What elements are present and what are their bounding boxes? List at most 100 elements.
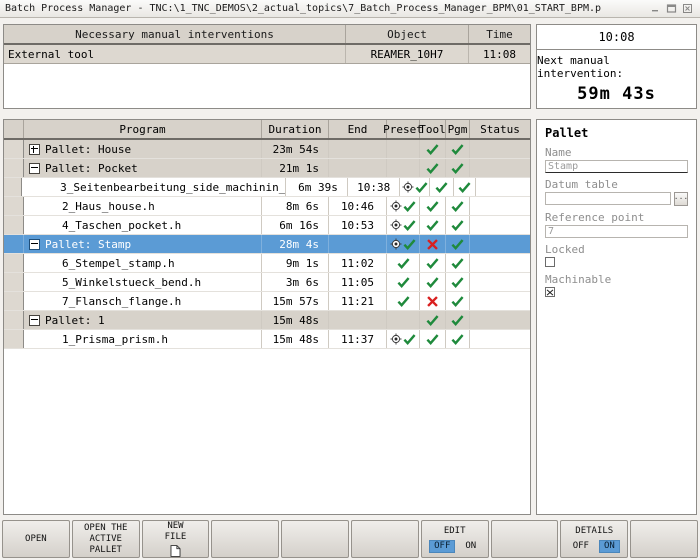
current-time: 10:08 (537, 25, 696, 50)
interventions-header-object: Object (345, 25, 468, 43)
cell-program: Pallet: House (24, 140, 262, 158)
reference-point-field[interactable]: 7 (545, 225, 688, 238)
softkey-label: EDIT (443, 525, 466, 536)
check-icon (403, 200, 416, 212)
header-end[interactable]: End (329, 120, 387, 138)
header-pgm[interactable]: Pgm (446, 120, 470, 138)
close-icon[interactable] (682, 3, 693, 14)
softkey-empty-9[interactable] (630, 520, 698, 558)
row-gutter (4, 292, 24, 310)
softkey-empty-3[interactable] (211, 520, 280, 558)
header-duration[interactable]: Duration (262, 120, 329, 138)
collapse-icon[interactable] (29, 314, 40, 326)
cell-tool (430, 178, 454, 196)
header-status[interactable]: Status (470, 120, 530, 138)
toggle-on[interactable]: ON (598, 539, 620, 553)
program-table-header: Program Duration End Preset Tool Pgm Sta… (4, 120, 530, 140)
check-icon (451, 162, 464, 174)
pgm-status (451, 257, 464, 270)
cell-program: Pallet: 1 (24, 311, 262, 329)
cell-preset (387, 140, 420, 158)
locked-checkbox[interactable] (545, 257, 555, 267)
datum-table-label: Datum table (545, 178, 618, 191)
pgm-status (451, 162, 464, 175)
check-icon (451, 200, 464, 212)
preset-target-icon (390, 200, 402, 212)
toggle-off[interactable]: OFF (429, 539, 456, 553)
cell-end: 11:05 (329, 273, 387, 291)
restore-icon[interactable] (666, 3, 677, 14)
table-row[interactable]: Pallet: House 23m 54s (4, 140, 530, 159)
table-row[interactable]: 7_Flansch_flange.h 15m 57s 11:21 (4, 292, 530, 311)
softkey-open[interactable]: OPEN (2, 520, 70, 558)
check-icon (451, 219, 464, 231)
cell-preset (387, 330, 420, 348)
browse-icon[interactable]: ··· (674, 192, 688, 206)
cell-tool (420, 216, 446, 234)
check-icon (397, 257, 410, 269)
machinable-checkbox[interactable] (545, 287, 555, 297)
preset-status (397, 257, 410, 270)
file-icon (170, 545, 181, 557)
row-gutter (4, 330, 24, 348)
program-name: Pallet: Stamp (45, 237, 132, 251)
datum-table-field[interactable] (545, 192, 671, 205)
cell-end: 11:02 (329, 254, 387, 272)
cell-pgm (446, 292, 470, 310)
toggle-on[interactable]: ON (461, 541, 480, 552)
intervention-row[interactable]: External tool REAMER_10H7 11:08 (4, 45, 530, 64)
interventions-header-time: Time (468, 25, 530, 43)
cell-end: 10:38 (348, 178, 401, 196)
check-icon (451, 333, 464, 345)
name-field[interactable]: Stamp (545, 160, 688, 173)
check-icon (451, 257, 464, 269)
minimize-icon[interactable] (650, 3, 661, 14)
table-row[interactable]: Pallet: Pocket 21m 1s (4, 159, 530, 178)
check-icon (426, 200, 439, 212)
cell-pgm (446, 197, 470, 215)
softkey-empty-7[interactable] (490, 520, 559, 558)
softkey-toggle: OFF ON (429, 539, 480, 553)
cell-program: 1_Prisma_prism.h (24, 330, 262, 348)
softkey-new-file[interactable]: NEW FILE (141, 520, 210, 558)
table-row[interactable]: 5_Winkelstueck_bend.h 3m 6s 11:05 (4, 273, 530, 292)
cell-pgm (446, 159, 470, 177)
cross-icon (427, 295, 438, 307)
check-icon (397, 276, 410, 288)
row-gutter (4, 216, 24, 234)
cell-program: Pallet: Pocket (24, 159, 262, 177)
cell-pgm (446, 140, 470, 158)
softkey-empty-4[interactable] (281, 520, 349, 558)
cell-preset (387, 235, 420, 253)
toggle-off[interactable]: OFF (569, 541, 593, 552)
collapse-icon[interactable] (29, 162, 40, 174)
table-row[interactable]: 3_Seitenbearbeitung_side_machinin_ 6m 39s… (4, 178, 530, 197)
batch-process-manager-window: Batch Process Manager - TNC:\1_TNC_DEMOS… (0, 0, 700, 560)
softkey-open-the-active-pallet[interactable]: OPEN THE ACTIVE PALLET (71, 520, 140, 558)
header-preset[interactable]: Preset (383, 120, 423, 138)
table-row[interactable]: Pallet: 1 15m 48s (4, 311, 530, 330)
cell-tool (420, 273, 446, 291)
softkey-empty-5[interactable] (350, 520, 419, 558)
cell-preset (387, 273, 420, 291)
next-intervention-countdown: 59m 43s (577, 84, 656, 104)
header-program[interactable]: Program (24, 120, 262, 138)
cell-status (470, 140, 530, 158)
collapse-icon[interactable] (29, 238, 40, 250)
table-row[interactable]: 1_Prisma_prism.h 15m 48s 11:37 (4, 330, 530, 349)
table-row[interactable]: 2_Haus_house.h 8m 6s 10:46 (4, 197, 530, 216)
table-row[interactable]: Pallet: Stamp 28m 4s (4, 235, 530, 254)
intervention-name: External tool (8, 47, 95, 61)
intervention-object: REAMER_10H7 (345, 45, 468, 63)
table-row[interactable]: 4_Taschen_pocket.h 6m 16s 10:53 (4, 216, 530, 235)
expand-icon[interactable] (29, 143, 40, 155)
header-tool[interactable]: Tool (419, 120, 446, 138)
table-row[interactable]: 6_Stempel_stamp.h 9m 1s 11:02 (4, 254, 530, 273)
program-name: Pallet: 1 (45, 313, 105, 327)
softkey-edit[interactable]: EDIT OFF ON (420, 520, 489, 558)
interventions-header-row: Necessary manual interventions Object Ti… (4, 25, 530, 45)
softkey-details[interactable]: DETAILS OFF ON (560, 520, 629, 558)
tool-status (426, 162, 439, 175)
check-icon (426, 143, 439, 155)
check-icon (426, 314, 439, 326)
